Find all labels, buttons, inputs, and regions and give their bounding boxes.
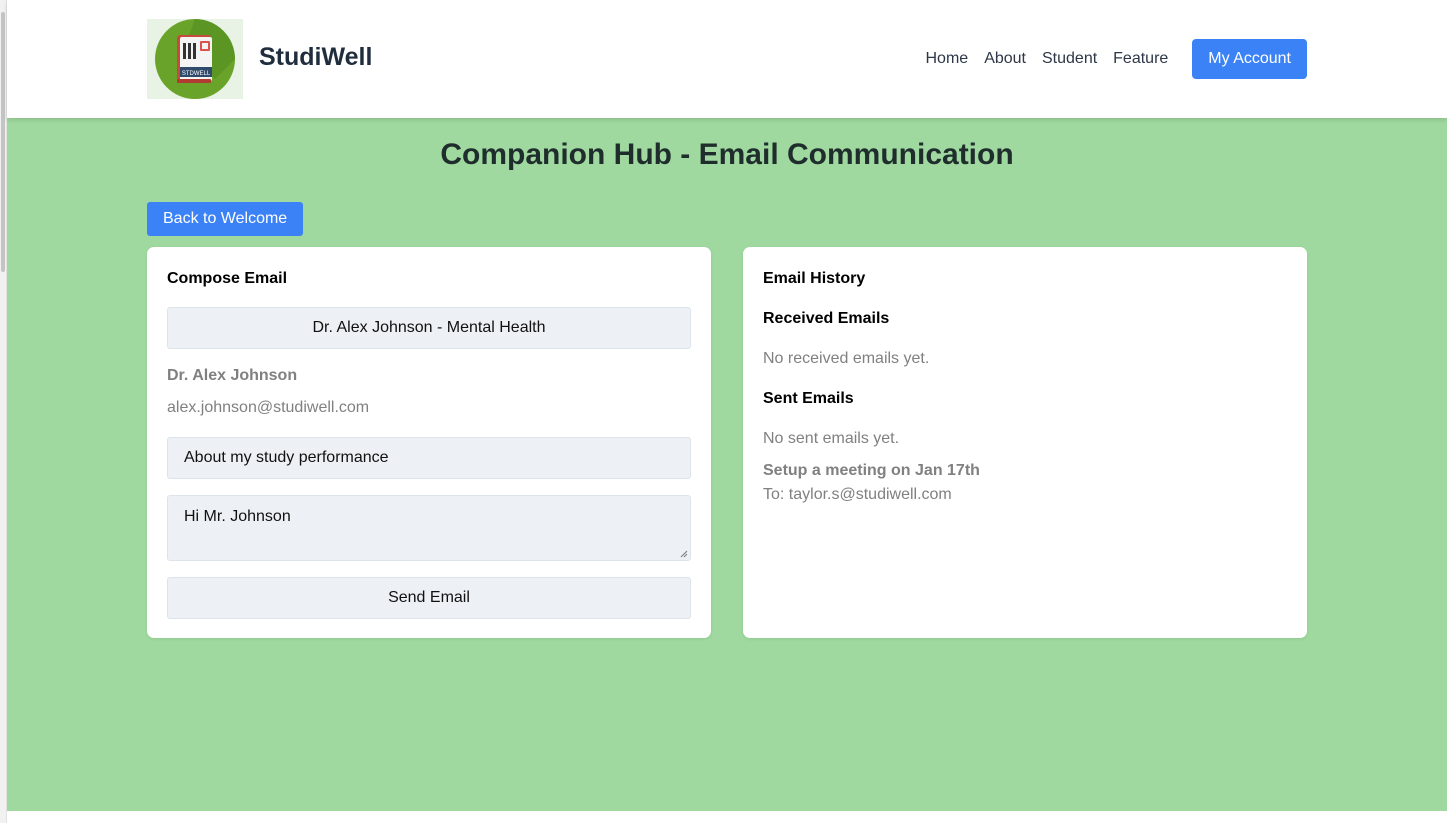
sent-emails-title: Sent Emails — [763, 390, 854, 407]
nav-student[interactable]: Student — [1042, 50, 1097, 68]
main-nav: Home About Student Feature My Account — [910, 39, 1307, 79]
recipient-email: alex.johnson@studiwell.com — [167, 399, 370, 416]
brand-name[interactable]: StudiWell — [259, 43, 372, 72]
sent-email-recipient: To: taylor.s@studiwell.com — [763, 486, 952, 503]
recipient-select[interactable]: Dr. Alex Johnson - Mental Health — [167, 307, 691, 349]
recipient-select-value: Dr. Alex Johnson - Mental Health — [312, 319, 546, 336]
top-navbar: STDWELL StudiWell Home About Student Fea… — [7, 0, 1447, 118]
nav-home[interactable]: Home — [926, 50, 969, 68]
send-email-button[interactable]: Send Email — [167, 577, 691, 619]
my-account-button[interactable]: My Account — [1192, 39, 1307, 79]
svg-text:STDWELL: STDWELL — [182, 71, 211, 77]
recipient-name: Dr. Alex Johnson — [167, 367, 298, 384]
resize-grip-icon[interactable] — [680, 550, 688, 558]
back-to-welcome-button[interactable]: Back to Welcome — [147, 202, 304, 236]
send-email-label: Send Email — [388, 589, 470, 606]
subject-input-value: About my study performance — [184, 449, 389, 466]
received-empty-text: No received emails yet. — [763, 350, 930, 367]
window-scrollbar[interactable] — [0, 0, 7, 823]
received-emails-title: Received Emails — [763, 310, 890, 327]
nav-about[interactable]: About — [984, 50, 1026, 68]
page-title: Companion Hub - Email Communication — [440, 138, 1014, 171]
scrollbar-thumb[interactable] — [1, 12, 5, 272]
subject-input[interactable]: About my study performance — [167, 437, 691, 479]
nav-feature[interactable]: Feature — [1113, 50, 1168, 68]
sent-empty-text: No sent emails yet. — [763, 430, 900, 447]
compose-email-card: Compose Email Dr. Alex Johnson - Mental … — [147, 247, 711, 638]
page-footer-strip — [7, 811, 1447, 823]
logo[interactable]: STDWELL — [147, 19, 243, 99]
email-history-title: Email History — [763, 270, 866, 287]
message-textarea[interactable]: Hi Mr. Johnson — [167, 495, 691, 561]
main-content: Companion Hub - Email Communication Back… — [7, 118, 1447, 811]
sent-email-subject[interactable]: Setup a meeting on Jan 17th — [763, 462, 980, 480]
book-logo-icon: STDWELL — [155, 19, 235, 99]
message-textarea-value: Hi Mr. Johnson — [184, 508, 291, 525]
email-history-card: Email History Received Emails No receive… — [743, 247, 1307, 638]
compose-email-title: Compose Email — [167, 270, 288, 287]
